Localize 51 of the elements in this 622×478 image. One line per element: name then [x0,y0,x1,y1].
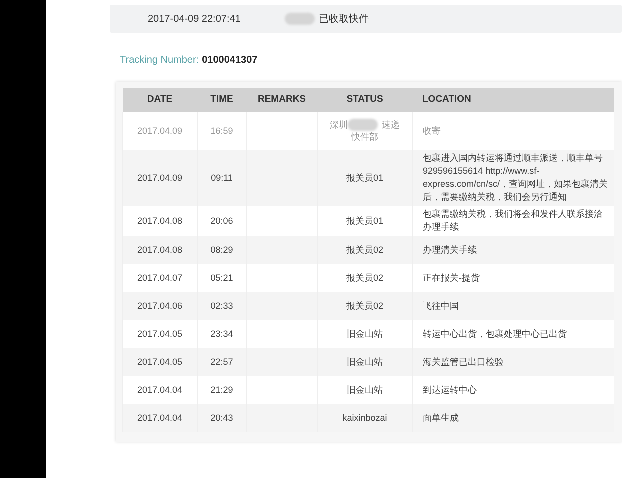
table-cell: 20:06 [198,206,246,236]
table-cell: 21:29 [198,376,246,404]
table-cell: 飞往中国 [412,292,614,320]
table-cell: 正在报关-提货 [412,264,614,292]
table-cell: 09:11 [198,150,246,206]
table-cell: 02:33 [198,292,246,320]
table-cell: 2017.04.08 [122,236,198,264]
table-cell: 05:21 [198,264,246,292]
column-header: TIME [198,88,246,112]
table-cell: 2017.04.06 [122,292,198,320]
table-cell: 2017.04.05 [122,320,198,348]
table-cell: 旧金山站 [318,376,412,404]
table-cell: 08:29 [198,236,246,264]
table-cell: 2017.04.09 [122,150,198,206]
table-cell: 办理清关手续 [412,236,614,264]
column-header: REMARKS [246,88,318,112]
table-cell: 报关员01 [318,206,412,236]
column-header: STATUS [318,88,412,112]
tracking-number: 0100041307 [202,55,258,66]
table-cell: kaixinbozai [318,404,412,432]
table-cell: 旧金山站 [318,348,412,376]
table-cell: 22:57 [198,348,246,376]
table-cell: 2017.04.04 [122,404,198,432]
table-cell: 20:43 [198,404,246,432]
table-cell: 报关员02 [318,264,412,292]
table-cell: 2017.04.08 [122,206,198,236]
status-text: 快件部 [350,131,380,144]
table-cell: 2017.04.05 [122,348,198,376]
table-cell: 2017.04.07 [122,264,198,292]
table-cell: 16:59 [198,112,246,150]
column-header: DATE [122,88,198,112]
table-cell: 转运中心出货，包裹处理中心已出货 [412,320,614,348]
table-cell: 2017.04.04 [122,376,198,404]
table-cell: 包裹进入国内转运将通过顺丰派送，顺丰单号929596155614 http://www.sf-express.com/cn/sc/，查询网址，如果包裹清关后，需要缴纳关税，我们会另行通知 [412,150,614,206]
status-text: 速递 [382,120,400,130]
table-cell: 包裹需缴纳关税，我们将会和发件人联系接洽办理手续 [412,206,614,236]
table-cell: 到达运转中心 [412,376,614,404]
event-text: 已收取快件 [318,12,369,26]
tracking-label: Tracking Number: [120,55,200,66]
column-header: LOCATION [412,88,614,112]
table-cell: 报关员02 [318,236,412,264]
table-cell: 旧金山站 [318,320,412,348]
status-text: 深圳 [330,120,348,130]
event-time: 2017-04-09 22:07:41 [148,14,241,24]
table-cell: 报关员01 [318,150,412,206]
table-cell: 2017.04.09 [122,112,198,150]
table-cell: 收寄 [412,112,614,150]
table-cell: 23:34 [198,320,246,348]
table-cell: 报关员02 [318,292,412,320]
table-cell: 面单生成 [412,404,614,432]
table-cell: 海关监管已出口检验 [412,348,614,376]
